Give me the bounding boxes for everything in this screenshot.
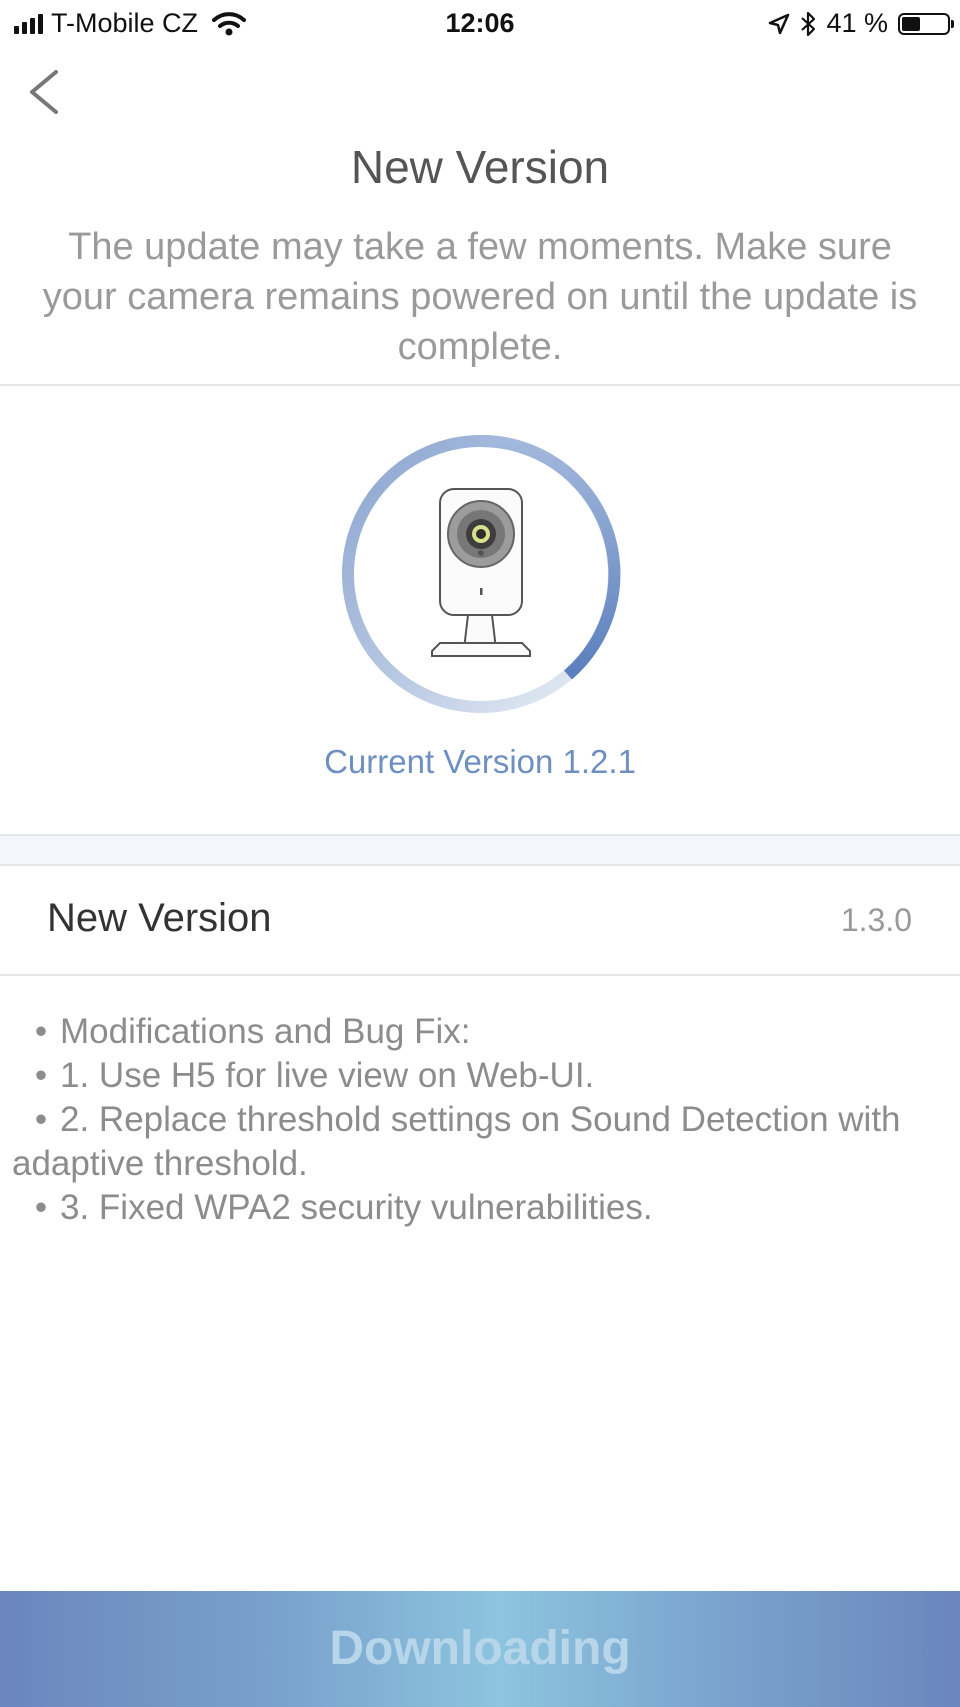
list-item: • Modifications and Bug Fix: bbox=[12, 1010, 942, 1054]
bullet: • bbox=[34, 1188, 48, 1227]
firmware-update-screen: T-Mobile CZ 12:06 41 % New Version The u… bbox=[0, 0, 960, 1707]
update-instructions: The update may take a few moments. Make … bbox=[42, 226, 918, 368]
new-version-label: New Version bbox=[47, 896, 272, 940]
camera-icon bbox=[431, 488, 531, 657]
back-button[interactable] bbox=[22, 62, 72, 122]
location-icon bbox=[769, 13, 790, 34]
section-separator bbox=[0, 834, 960, 866]
list-item: • 2. Replace threshold settings on Sound … bbox=[12, 1100, 901, 1183]
new-version-number: 1.3.0 bbox=[840, 902, 912, 938]
battery-percent: 41 % bbox=[826, 8, 888, 38]
bullet: • bbox=[34, 1012, 48, 1051]
bullet: • bbox=[34, 1056, 48, 1095]
battery-icon bbox=[898, 12, 954, 35]
status-bar: T-Mobile CZ 12:06 41 % bbox=[0, 0, 960, 50]
bluetooth-icon bbox=[801, 11, 816, 36]
status-bar-right: 41 % bbox=[768, 8, 954, 39]
page-title: New Version bbox=[350, 141, 610, 193]
new-version-row: New Version 1.3.0 bbox=[0, 864, 960, 976]
list-item: • 1. Use H5 for live view on Web-UI. bbox=[12, 1054, 942, 1098]
current-version-label: Current Version 1.2.1 bbox=[324, 743, 636, 780]
chevron-left-icon bbox=[30, 70, 58, 114]
list-item: • 3. Fixed WPA2 security vulnerabilities. bbox=[12, 1186, 942, 1230]
divider bbox=[0, 384, 960, 386]
release-notes: • Modifications and Bug Fix: • 1. Use H5 f… bbox=[12, 1010, 942, 1230]
bullet: • bbox=[34, 1100, 48, 1139]
downloading-button[interactable]: Downloading bbox=[0, 1591, 960, 1707]
update-progress-ring bbox=[342, 434, 621, 713]
